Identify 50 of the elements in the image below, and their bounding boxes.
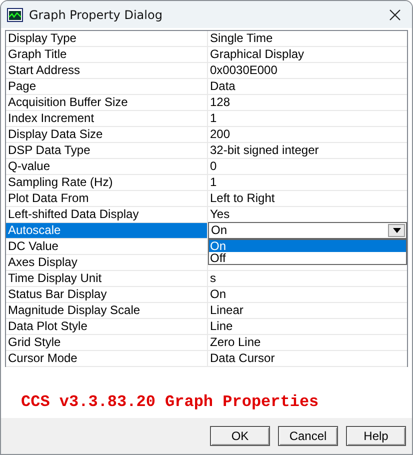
property-name[interactable]: DSP Data Type — [6, 143, 208, 158]
property-value: 0x0030E000 — [210, 63, 278, 77]
property-name[interactable]: Magnitude Display Scale — [6, 303, 208, 318]
property-value: Left to Right — [210, 191, 275, 205]
property-value: Zero Line — [210, 335, 261, 349]
property-name[interactable]: Page — [6, 79, 208, 94]
property-name[interactable]: Acquisition Buffer Size — [6, 95, 208, 110]
property-name[interactable]: Time Display Unit — [6, 271, 208, 286]
property-name[interactable]: DC Value — [6, 239, 208, 254]
property-value: 1 — [210, 111, 217, 125]
property-name[interactable]: Index Increment — [6, 111, 208, 126]
property-value: s — [210, 271, 216, 285]
dialog-button[interactable]: Help — [346, 426, 406, 446]
property-value: 1 — [210, 175, 217, 189]
property-value: On — [210, 287, 226, 301]
property-name[interactable]: Display Type — [6, 31, 208, 46]
property-name[interactable]: Cursor Mode — [6, 351, 208, 366]
property-name[interactable]: Start Address — [6, 63, 208, 78]
dialog-button[interactable]: OK — [210, 426, 270, 446]
property-name[interactable]: Graph Title — [6, 47, 208, 62]
property-name[interactable]: Data Plot Style — [6, 319, 208, 334]
property-value: 200 — [210, 127, 230, 141]
property-name[interactable]: Axes Display — [6, 255, 208, 270]
property-value: Graphical Display — [210, 47, 304, 61]
property-name[interactable]: Sampling Rate (Hz) — [6, 175, 208, 190]
property-value: Line — [210, 319, 233, 333]
property-name[interactable]: Grid Style — [6, 335, 208, 350]
property-name[interactable]: Q-value — [6, 159, 208, 174]
property-value: 0 — [210, 159, 217, 173]
value-dropdown[interactable]: On — [208, 222, 407, 239]
property-name[interactable]: Plot Data From — [6, 191, 208, 206]
property-name[interactable]: Display Data Size — [6, 127, 208, 142]
property-value: Data Cursor — [210, 351, 275, 365]
dialog-button[interactable]: Cancel — [278, 426, 338, 446]
dropdown-option[interactable]: On — [209, 240, 406, 252]
property-name[interactable]: Left-shifted Data Display — [6, 207, 208, 222]
dropdown-option[interactable]: Off — [209, 252, 406, 264]
property-value: Yes — [210, 207, 230, 221]
caption-text: CCS v3.3.83.20 Graph Properties — [21, 393, 319, 411]
window-title: Graph Property Dialog — [29, 8, 164, 22]
close-icon[interactable] — [388, 8, 402, 22]
property-value: 32-bit signed integer — [210, 143, 319, 157]
property-value: 128 — [210, 95, 230, 109]
graph-icon — [7, 8, 23, 22]
property-value: Linear — [210, 303, 244, 317]
property-value: Single Time — [210, 31, 273, 45]
property-value: Data — [210, 79, 236, 93]
property-name[interactable]: Autoscale — [6, 223, 208, 238]
caret-icon — [392, 228, 400, 233]
property-name[interactable]: Status Bar Display — [6, 287, 208, 302]
